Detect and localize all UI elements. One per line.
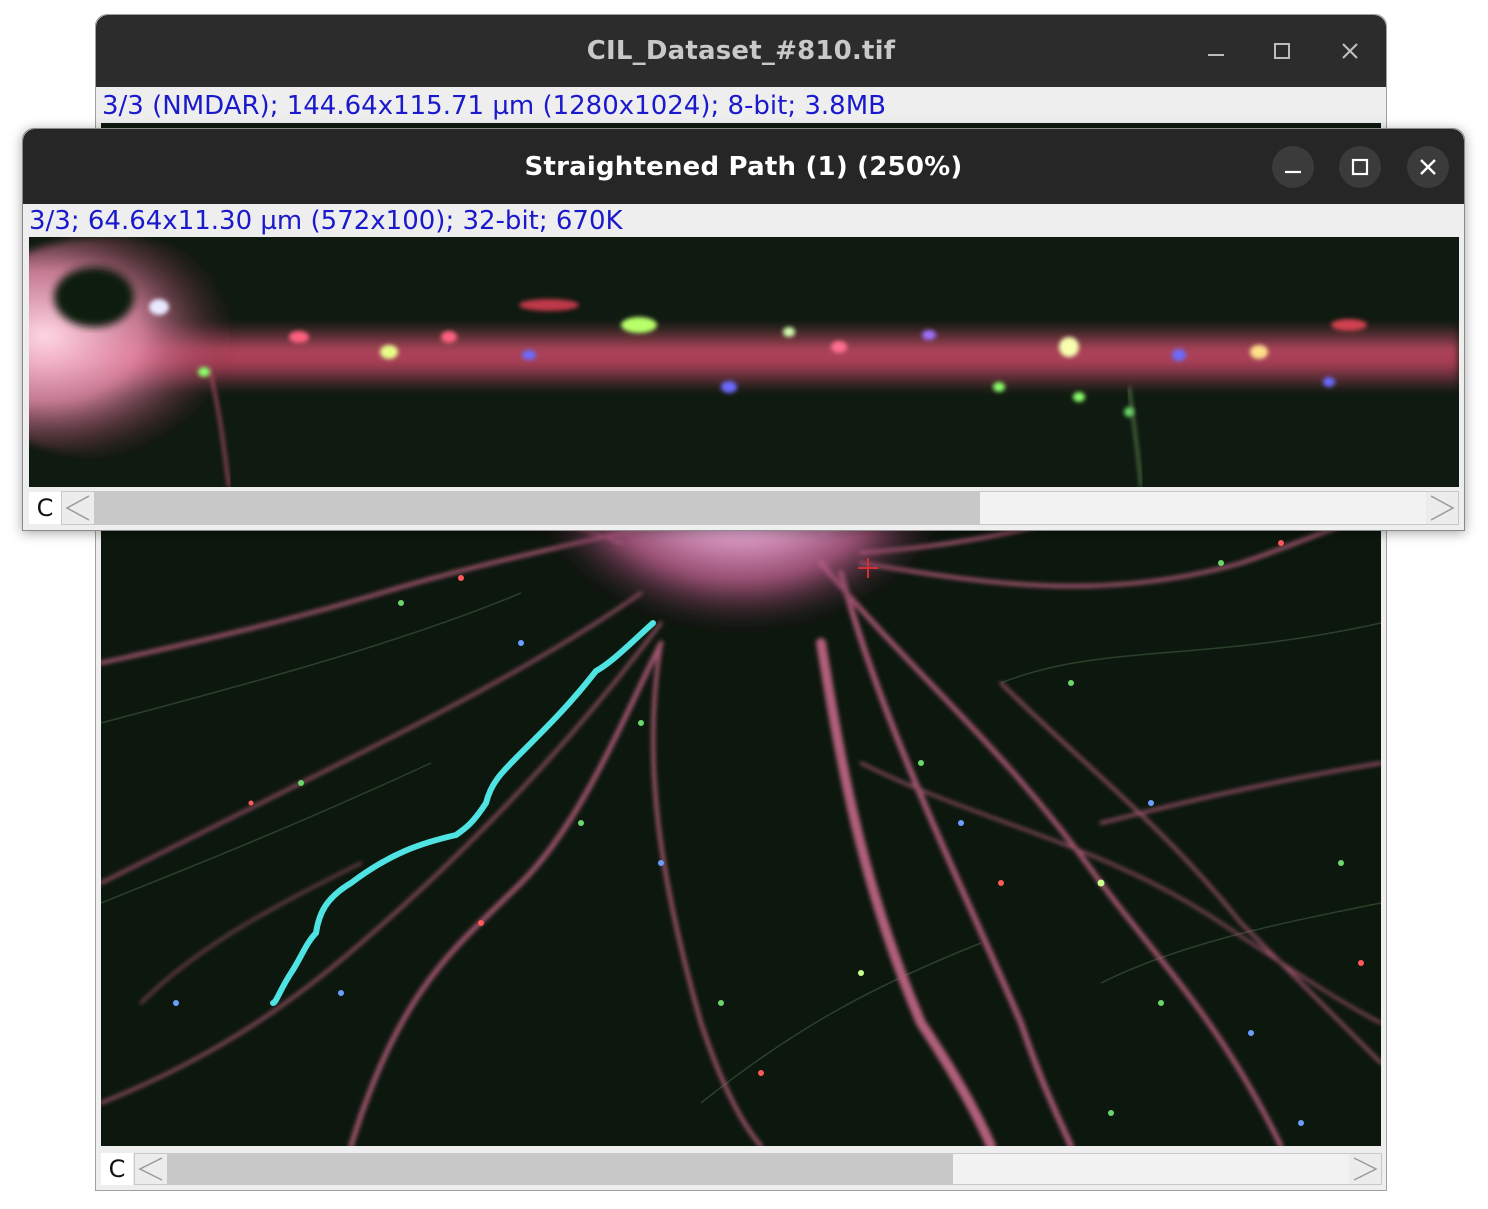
maximize-icon bbox=[1274, 43, 1290, 59]
scroll-right-button[interactable] bbox=[1426, 492, 1458, 524]
scroll-thumb[interactable] bbox=[94, 492, 980, 524]
image-info-text: 3/3 (NMDAR); 144.64x115.71 µm (1280x1024… bbox=[102, 91, 886, 121]
minimize-button[interactable] bbox=[1271, 129, 1315, 204]
arrow-right-icon bbox=[1430, 495, 1455, 521]
minimize-icon bbox=[1272, 145, 1314, 188]
scroll-left-button[interactable] bbox=[62, 492, 94, 524]
minimize-icon bbox=[1208, 54, 1224, 56]
channel-label: C bbox=[29, 492, 61, 524]
image-window-straightened-path: Straightened Path (1) (250%) 3/3; 64.64x… bbox=[22, 128, 1465, 531]
close-button[interactable] bbox=[1330, 15, 1370, 87]
maximize-button[interactable] bbox=[1262, 15, 1302, 87]
straightened-dendrite-image bbox=[29, 237, 1459, 487]
close-icon bbox=[1342, 43, 1358, 59]
channel-label: C bbox=[101, 1153, 133, 1185]
image-info-text: 3/3; 64.64x11.30 µm (572x100); 32-bit; 6… bbox=[29, 206, 623, 236]
minimize-button[interactable] bbox=[1196, 15, 1236, 87]
channel-scrollbar[interactable] bbox=[61, 491, 1459, 525]
maximize-button[interactable] bbox=[1338, 129, 1382, 204]
title-bar[interactable]: Straightened Path (1) (250%) bbox=[23, 129, 1464, 204]
straightened-image-canvas[interactable] bbox=[29, 237, 1459, 487]
title-bar[interactable]: CIL_Dataset_#810.tif bbox=[96, 15, 1386, 87]
arrow-left-icon bbox=[138, 1157, 163, 1181]
close-button[interactable] bbox=[1406, 129, 1450, 204]
channel-scrollbar[interactable] bbox=[134, 1153, 1382, 1185]
close-icon bbox=[1407, 145, 1449, 188]
maximize-icon bbox=[1339, 145, 1381, 188]
arrow-left-icon bbox=[65, 495, 90, 521]
scroll-left-button[interactable] bbox=[135, 1154, 167, 1184]
window-title: Straightened Path (1) (250%) bbox=[524, 151, 963, 182]
window-title: CIL_Dataset_#810.tif bbox=[586, 36, 896, 66]
scroll-right-button[interactable] bbox=[1349, 1154, 1381, 1184]
arrow-right-icon bbox=[1353, 1157, 1378, 1181]
scroll-thumb[interactable] bbox=[167, 1154, 953, 1184]
